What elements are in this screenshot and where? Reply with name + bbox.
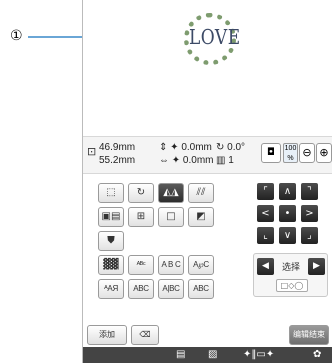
color-button[interactable]: ▣▤ bbox=[98, 207, 124, 227]
select-next-button[interactable]: ▶ bbox=[308, 258, 325, 275]
embroidery-edit-screen: LOVE ⊡ 46.9mm 55.2mm ⇕ ✦ 0.0mm ⇔ ✦ 0.0mm… bbox=[82, 0, 332, 363]
zoom-value: 100 bbox=[284, 145, 297, 152]
settings-icon[interactable]: ✿ bbox=[313, 348, 321, 362]
multi-color-text-button[interactable]: ▓▓ bbox=[98, 255, 124, 275]
mirror-button[interactable]: ◭◮ bbox=[158, 183, 184, 203]
move-down-right-button[interactable]: ⌟ bbox=[301, 227, 318, 244]
page-icon[interactable]: ▤ bbox=[176, 348, 185, 362]
align-left-button[interactable]: ABC bbox=[128, 279, 154, 299]
move-center-button[interactable]: • bbox=[279, 205, 296, 222]
move-down-button[interactable]: ∨ bbox=[279, 227, 296, 244]
edit-end-button[interactable]: 编辑结束 bbox=[289, 325, 329, 345]
camera-icon[interactable]: ◘ bbox=[261, 143, 281, 163]
eraser-icon[interactable]: ⌫ bbox=[131, 325, 159, 345]
align-right-button[interactable]: ABC bbox=[188, 279, 214, 299]
move-down-left-button[interactable]: ⌞ bbox=[257, 227, 274, 244]
design-height: 55.2mm bbox=[99, 155, 136, 166]
zoom-unit: % bbox=[287, 155, 294, 162]
zoom-out-icon[interactable]: ⊖ bbox=[299, 143, 315, 163]
move-left-button[interactable]: < bbox=[257, 205, 274, 222]
add-button[interactable]: 添加 bbox=[87, 325, 127, 345]
move-horizontal: ⇔ ✦ 0.0mm bbox=[159, 155, 214, 166]
frame-icon[interactable]: ▨ bbox=[208, 348, 217, 362]
needle-icon[interactable]: ✦‖▭✦ bbox=[243, 348, 274, 362]
embroidery-design[interactable]: LOVE bbox=[184, 13, 241, 65]
size-button[interactable]: ⬚ bbox=[98, 183, 124, 203]
select-prev-button[interactable]: ◀ bbox=[257, 258, 274, 275]
zoom-level: 100 % bbox=[283, 143, 298, 163]
align-center-button[interactable]: A|BC bbox=[158, 279, 184, 299]
status-bar: ▤ ▨ ✦‖▭✦ ✿ bbox=[83, 347, 332, 363]
select-shapes-button[interactable]: □◇◯ bbox=[276, 279, 308, 292]
color-count: ▥ 1 bbox=[216, 155, 234, 166]
design-text: LOVE bbox=[189, 26, 241, 50]
move-up-right-button[interactable]: ⌝ bbox=[301, 183, 318, 200]
frame-button[interactable]: □ bbox=[158, 207, 184, 227]
move-up-left-button[interactable]: ⌜ bbox=[257, 183, 274, 200]
applique-button[interactable]: ◩ bbox=[188, 207, 214, 227]
char-edit-button[interactable]: A℘C bbox=[188, 255, 214, 275]
zoom-in-icon[interactable]: ⊕ bbox=[316, 143, 332, 163]
edit-panel: ⬚ ↻ ◭◮ ⫽⫽ ▣▤ ⊞ □ ◩ ⛊ ▓▓ ᴬᴮᶜ A B C A℘C ᴬA… bbox=[83, 175, 332, 325]
info-bar: ⊡ 46.9mm 55.2mm ⇕ ✦ 0.0mm ⇔ ✦ 0.0mm ↻ 0.… bbox=[83, 136, 332, 174]
text-direction-button[interactable]: ᴬAЯ bbox=[98, 279, 124, 299]
move-vertical: ⇕ ✦ 0.0mm bbox=[159, 142, 212, 153]
size-icon: ⊡ bbox=[87, 145, 97, 158]
move-up-button[interactable]: ∧ bbox=[279, 183, 296, 200]
move-right-button[interactable]: > bbox=[301, 205, 318, 222]
callout-marker: ① bbox=[10, 28, 23, 44]
arc-text-button[interactable]: ᴬᴮᶜ bbox=[128, 255, 154, 275]
design-width: 46.9mm bbox=[99, 142, 136, 153]
bottom-actions: 添加 ⌫ 编辑结束 bbox=[83, 325, 332, 347]
select-label: 选择 bbox=[281, 263, 300, 273]
char-spacing-button[interactable]: A B C bbox=[158, 255, 184, 275]
rotate-button[interactable]: ↻ bbox=[128, 183, 154, 203]
density-button[interactable]: ⫽⫽ bbox=[188, 183, 214, 203]
select-group: ◀ 选择 ▶ □◇◯ bbox=[253, 253, 328, 297]
rotation-angle: ↻ 0.0° bbox=[216, 142, 246, 153]
shield-button[interactable]: ⛊ bbox=[98, 231, 124, 251]
border-button[interactable]: ⊞ bbox=[128, 207, 154, 227]
design-preview: LOVE bbox=[83, 0, 332, 136]
